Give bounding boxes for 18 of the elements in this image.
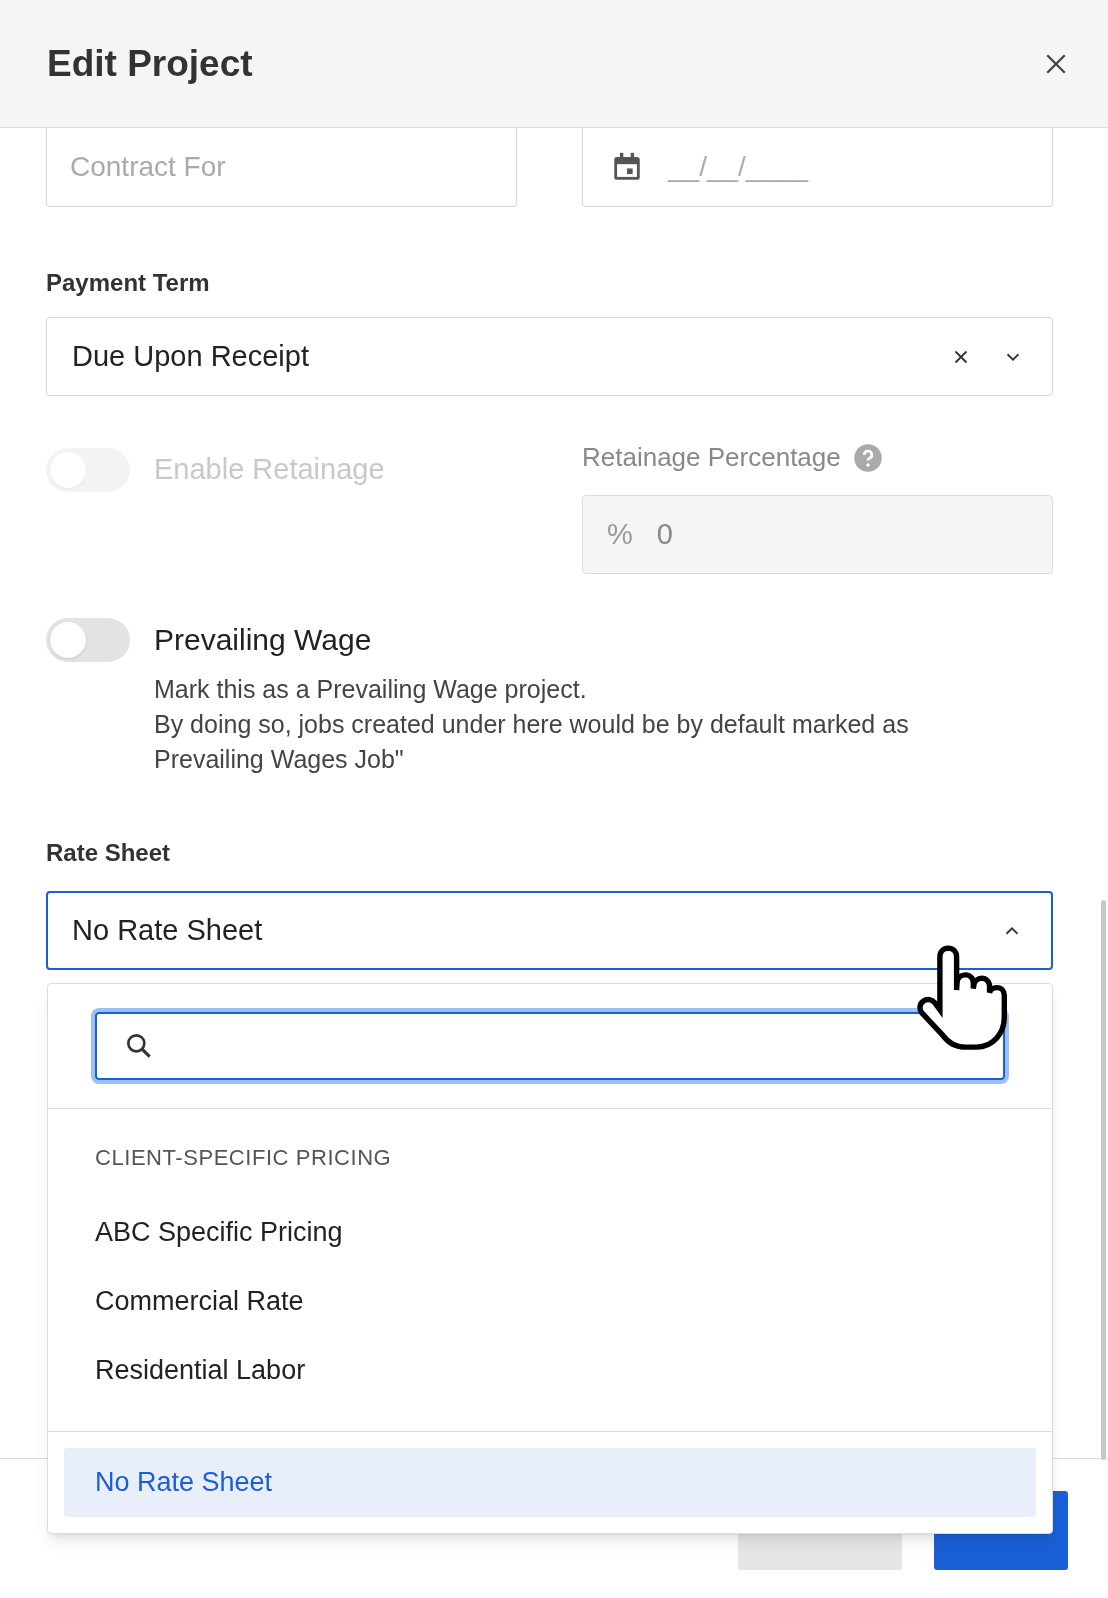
- scrollbar[interactable]: [1101, 900, 1106, 1460]
- contract-for-field[interactable]: Contract For: [46, 128, 517, 207]
- dropdown-option[interactable]: ABC Specific Pricing: [64, 1198, 1036, 1267]
- retainage-percentage-field: % 0: [582, 495, 1053, 574]
- dropdown-option[interactable]: Commercial Rate: [64, 1267, 1036, 1336]
- toggle-switch[interactable]: [46, 618, 130, 662]
- group-heading: CLIENT-SPECIFIC PRICING: [94, 1144, 393, 1172]
- rate-sheet-select[interactable]: No Rate Sheet: [46, 891, 1053, 970]
- field-label: Retainage Percentage: [582, 441, 841, 474]
- description-text: By doing so, jobs created under here would be by default marked as Prevailing Wages Job": [154, 709, 910, 775]
- dropdown-option[interactable]: No Rate Sheet: [64, 1448, 1036, 1517]
- description-text: Mark this as a Prevailing Wage project.: [154, 674, 588, 705]
- field-label: Payment Term: [46, 268, 211, 298]
- dialog-title: Edit Project: [47, 41, 253, 86]
- toggle-label: Prevailing Wage: [154, 622, 373, 658]
- field-label: Rate Sheet: [46, 838, 172, 868]
- payment-term-select[interactable]: Due Upon Receipt: [46, 317, 1053, 396]
- dropdown-option[interactable]: Residential Labor: [64, 1336, 1036, 1405]
